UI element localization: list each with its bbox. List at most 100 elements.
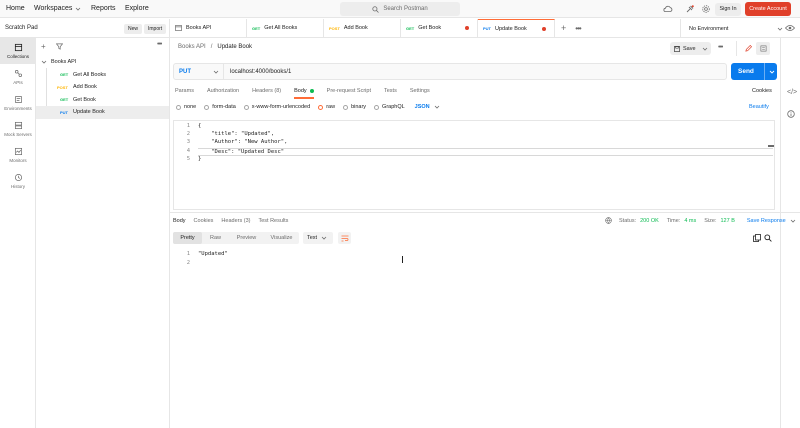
satellite-icon[interactable] — [685, 4, 695, 14]
response-body[interactable]: 1 "Updated" 2 — [176, 250, 228, 267]
line-number: 5 — [186, 155, 190, 162]
response-tab-cookies[interactable]: Cookies — [194, 218, 214, 224]
breadcrumb-parent[interactable]: Books API — [178, 44, 206, 50]
cookies-link[interactable]: Cookies — [752, 88, 772, 94]
sign-in-button[interactable]: Sign In — [715, 2, 741, 16]
rail-mock-servers[interactable]: Mock Servers — [0, 116, 36, 142]
radio-label: form-data — [212, 104, 236, 110]
method-badge: PUT — [483, 26, 491, 31]
size-value[interactable]: 127 B — [720, 218, 734, 224]
rail-collections[interactable]: Collections — [0, 38, 36, 64]
tab-settings[interactable]: Settings — [410, 88, 430, 94]
body-format-select[interactable]: JSON — [415, 104, 440, 110]
radio-graphql[interactable]: GraphQL — [374, 104, 405, 110]
active-underline — [294, 97, 315, 99]
filter-icon[interactable] — [55, 43, 63, 50]
tab-body[interactable]: Body — [294, 88, 315, 99]
nav-home[interactable]: Home — [6, 5, 25, 12]
radio-raw[interactable]: raw — [318, 104, 335, 110]
nav-workspaces[interactable]: Workspaces — [34, 5, 81, 12]
tab-params[interactable]: Params — [175, 88, 194, 94]
beautify-link[interactable]: Beautify — [749, 104, 769, 110]
new-button[interactable]: New — [124, 24, 143, 34]
status-value[interactable]: 200 OK — [640, 218, 659, 224]
format-visualize[interactable]: Visualize — [264, 232, 299, 244]
response-tab-body[interactable]: Body — [173, 218, 186, 224]
send-button[interactable]: Send — [731, 63, 777, 80]
request-name: Get All Books — [73, 71, 107, 78]
chevron-down-icon — [213, 70, 219, 74]
response-tab-test-results[interactable]: Test Results — [258, 218, 288, 224]
add-tab-icon[interactable]: + — [561, 23, 566, 33]
rail-environments[interactable]: Environments — [0, 90, 36, 116]
tab-update-book[interactable]: PUT Update Book — [478, 18, 555, 38]
sync-cloud-icon[interactable] — [663, 4, 673, 14]
create-account-button[interactable]: Create Account — [745, 2, 791, 16]
response-tabs: Body Cookies Headers (3) Test Results — [173, 218, 288, 224]
nav-explore[interactable]: Explore — [125, 5, 149, 12]
format-raw[interactable]: Raw — [202, 232, 229, 244]
code-line: "Author": "New Author", — [198, 139, 288, 146]
time-value[interactable]: 4 ms — [684, 218, 696, 224]
format-pretty[interactable]: Pretty — [173, 232, 202, 244]
method-select[interactable]: PUT — [174, 64, 224, 79]
method-badge: GET — [60, 72, 69, 78]
copy-icon[interactable] — [753, 234, 761, 242]
breadcrumb-current[interactable]: Update Book — [217, 44, 252, 50]
tab-get-all-books[interactable]: GET Get All Books — [247, 18, 324, 38]
add-collection-icon[interactable]: + — [41, 42, 46, 51]
environment-select[interactable]: No Environment — [680, 19, 786, 38]
more-options-icon[interactable]: ••• — [157, 41, 162, 48]
search-response-icon[interactable] — [764, 234, 772, 242]
rail-label: Mock Servers — [4, 132, 32, 137]
top-bar: Home Workspaces Reports Explore Search P… — [0, 0, 800, 18]
tab-tests[interactable]: Tests — [384, 88, 397, 94]
url-bar: PUT localhost:4000/books/1 — [173, 63, 727, 80]
search-input[interactable]: Search Postman — [340, 2, 460, 16]
tab-add-book[interactable]: POST Add Book — [324, 18, 401, 38]
info-icon[interactable] — [787, 110, 795, 118]
radio-urlencoded[interactable]: x-www-form-urlencoded — [243, 104, 310, 110]
request-update-book[interactable]: PUT Update Book — [36, 106, 169, 119]
tab-authorization[interactable]: Authorization — [207, 88, 239, 94]
nav-reports[interactable]: Reports — [91, 5, 116, 12]
globe-icon[interactable] — [605, 217, 612, 224]
eye-icon[interactable] — [785, 24, 795, 32]
settings-gear-icon[interactable] — [701, 4, 711, 14]
collection-books-api[interactable]: Books API — [36, 56, 169, 69]
request-body-editor[interactable]: 1 2 3 4 5 { "title": "Updated", "Author"… — [173, 120, 775, 210]
request-add-book[interactable]: POST Add Book — [36, 81, 169, 94]
radio-label: none — [184, 104, 197, 110]
tab-headers[interactable]: Headers (8) — [252, 88, 281, 94]
request-more-icon[interactable]: ••• — [718, 44, 723, 51]
response-tab-headers[interactable]: Headers (3) — [221, 218, 250, 224]
tab-pre-request-script[interactable]: Pre-request Script — [327, 88, 371, 94]
url-input[interactable]: localhost:4000/books/1 — [230, 69, 291, 75]
chevron-down-icon — [321, 236, 327, 240]
collection-name: Books API — [51, 59, 77, 66]
rail-apis[interactable]: APIs — [0, 64, 36, 90]
import-button[interactable]: Import — [144, 24, 167, 34]
tab-books-api[interactable]: Books API — [170, 18, 247, 38]
tab-get-book[interactable]: GET Get Book — [401, 18, 478, 38]
code-snippet-icon[interactable]: </> — [787, 89, 797, 96]
save-button[interactable]: Save — [670, 42, 711, 55]
save-response-button[interactable]: Save Response — [747, 218, 796, 224]
apis-icon — [14, 69, 22, 78]
radio-form-data[interactable]: form-data — [204, 104, 236, 110]
rail-history[interactable]: History — [0, 168, 36, 194]
more-tabs-icon[interactable]: ••• — [575, 24, 581, 33]
wrap-lines-icon[interactable] — [338, 232, 351, 244]
documentation-icon[interactable] — [756, 42, 770, 55]
request-get-all-books[interactable]: GET Get All Books — [36, 69, 169, 82]
rail-monitors[interactable]: Monitors — [0, 142, 36, 168]
response-type-select[interactable]: Text — [303, 232, 333, 244]
method-badge: PUT — [60, 109, 68, 115]
response-type-label: Text — [307, 235, 318, 241]
edit-pencil-icon[interactable] — [741, 42, 755, 55]
format-preview[interactable]: Preview — [229, 232, 264, 244]
radio-binary[interactable]: binary — [343, 104, 366, 110]
request-get-book[interactable]: GET Get Book — [36, 94, 169, 107]
radio-none[interactable]: none — [176, 104, 196, 110]
chevron-down-icon — [434, 105, 439, 109]
